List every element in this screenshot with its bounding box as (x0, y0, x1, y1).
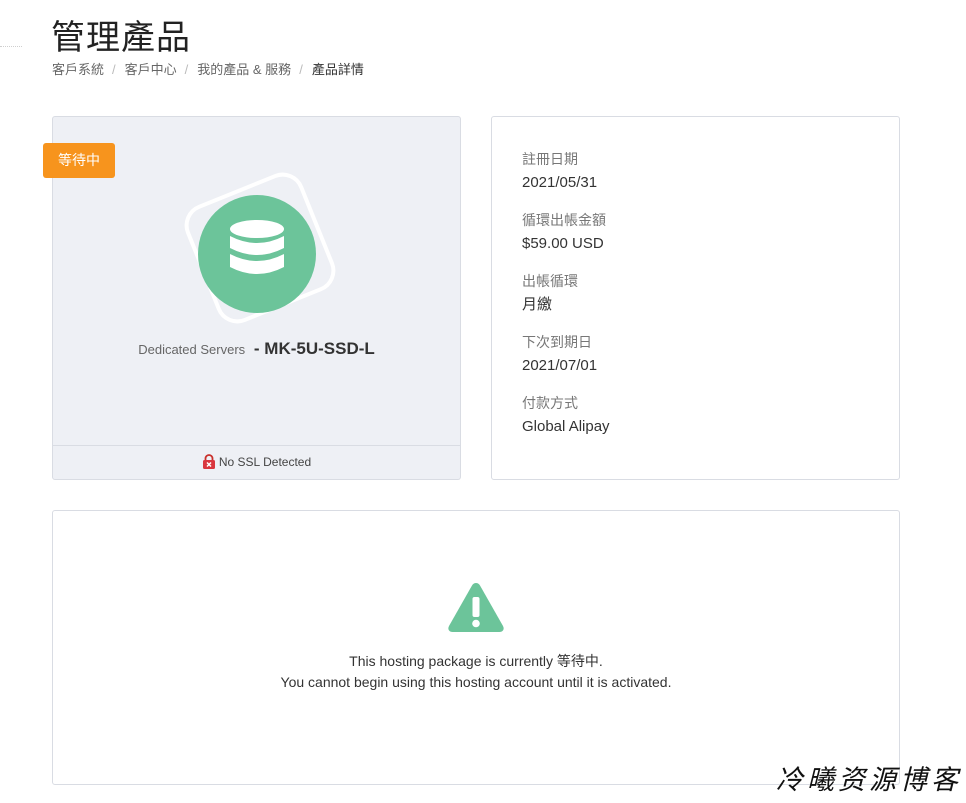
ssl-text: No SSL Detected (218, 455, 312, 469)
padlock-error-icon (202, 454, 215, 469)
next-due-date-value: 2021/07/01 (522, 357, 598, 374)
left-divider (0, 46, 22, 47)
product-group: Dedicated Servers (138, 342, 246, 357)
status-badge: 等待中 (43, 143, 115, 178)
registration-date-label: 註冊日期 (522, 151, 578, 167)
breadcrumb: 客戶系統 / 客戶中心 / 我的產品 & 服務 / 產品詳情 (52, 62, 364, 77)
breadcrumb-product-details: 產品詳情 (311, 62, 364, 77)
product-title: MK-5U-SSD-L (264, 339, 375, 358)
detail-registration-date: 註冊日期 2021/05/31 (522, 150, 597, 192)
detail-billing-cycle: 出帳循環 月繳 (522, 272, 578, 314)
recurring-amount-label: 循環出帳金額 (522, 212, 606, 228)
page: 管理產品 客戶系統 / 客戶中心 / 我的產品 & 服務 / 產品詳情 等待中 Dedica… (0, 0, 966, 803)
recurring-amount-value: $59.00 USD (522, 235, 604, 252)
product-card: 等待中 Dedicated Servers - MK-5U-SSD-L No S… (43, 116, 461, 480)
warning-icon (448, 583, 504, 632)
details-card: 註冊日期 2021/05/31 循環出帳金額 $59.00 USD 出帳循環 月… (491, 116, 900, 480)
detail-next-due-date: 下次到期日 2021/07/01 (522, 333, 597, 375)
breadcrumb-client-system[interactable]: 客戶系統 (52, 62, 104, 77)
detail-recurring-amount: 循環出帳金額 $59.00 USD (522, 211, 606, 253)
breadcrumb-my-services[interactable]: 我的產品 & 服務 (197, 62, 291, 77)
product-name: Dedicated Servers - MK-5U-SSD-L (53, 339, 460, 359)
registration-date-value: 2021/05/31 (522, 174, 598, 191)
database-glyph (230, 220, 284, 274)
billing-cycle-label: 出帳循環 (522, 273, 578, 289)
next-due-date-label: 下次到期日 (522, 334, 592, 350)
notice-line-1: This hosting package is currently 等待中. (349, 653, 603, 669)
payment-method-value: Global Alipay (522, 418, 610, 435)
ssl-status[interactable]: No SSL Detected (53, 445, 460, 479)
billing-cycle-value: 月繳 (522, 296, 553, 313)
notice-line-2: You cannot begin using this hosting acco… (280, 674, 672, 690)
database-icon (198, 195, 316, 313)
payment-method-label: 付款方式 (522, 395, 578, 411)
page-title: 管理產品 (51, 18, 191, 58)
breadcrumb-client-area[interactable]: 客戶中心 (125, 62, 177, 77)
product-icon (175, 165, 345, 331)
pending-notice-card: This hosting package is currently 等待中. Y… (52, 510, 900, 785)
detail-payment-method: 付款方式 Global Alipay (522, 394, 610, 436)
watermark: 冷曦资源博客 (776, 765, 962, 796)
product-separator: - (249, 339, 265, 358)
